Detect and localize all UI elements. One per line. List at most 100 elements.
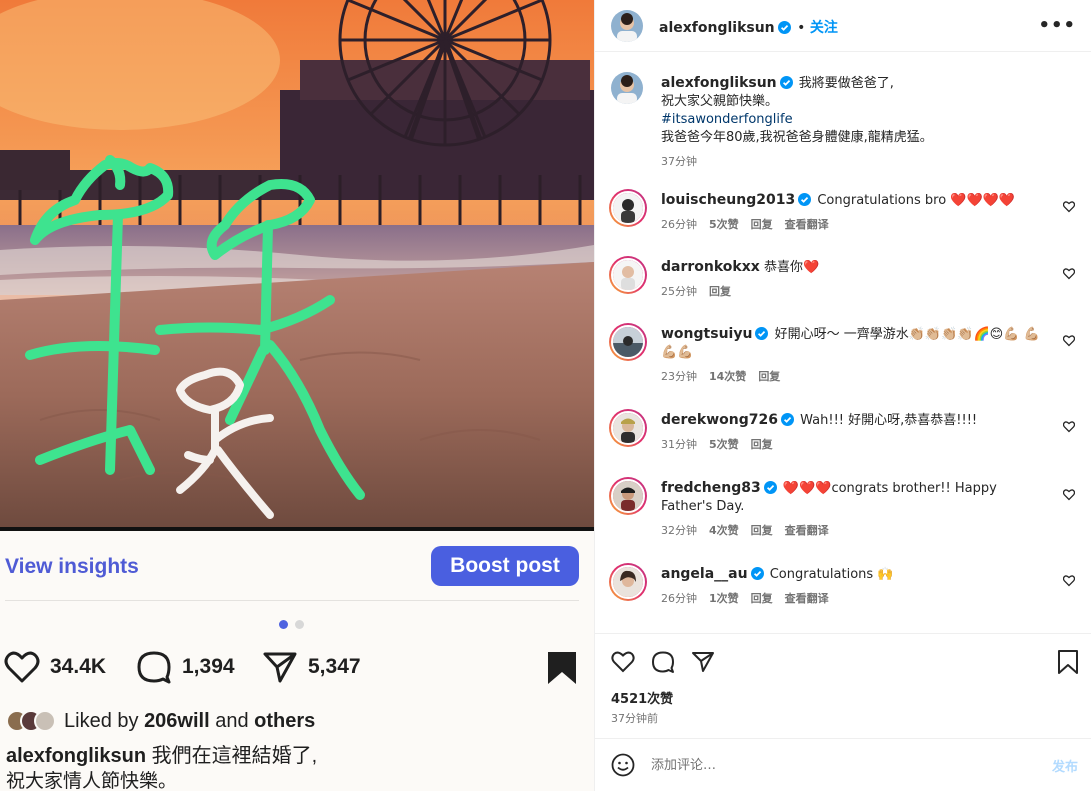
comment-time: 32分钟 [661,524,697,537]
caption-time: 37分钟 [661,155,697,168]
reply-button[interactable]: 回复 [758,370,780,383]
comment-likes[interactable]: 14次赞 [709,370,746,383]
comment-username[interactable]: angela__au [661,566,748,582]
comment-emoji: ❤️❤️❤️ [782,481,832,496]
see-translation-button[interactable]: 查看翻译 [785,524,829,537]
inner-comment-count: 1,394 [182,655,235,678]
add-comment-bar: 发布 [595,738,1091,791]
comment-icon[interactable] [651,650,675,674]
inner-share-stat: 5,347 [262,650,361,684]
carousel-dot-active[interactable] [279,620,288,629]
commenter-avatar[interactable] [609,189,647,227]
comment-time: 25分钟 [661,285,697,298]
inner-divider [5,600,579,601]
comment-username[interactable]: derekwong726 [661,412,778,428]
boost-post-button[interactable]: Boost post [431,546,579,586]
comment-like-heart-icon[interactable] [1063,335,1075,347]
bookmark-icon[interactable] [1057,650,1079,674]
avatar-image [613,327,643,357]
commenter-avatar[interactable] [609,563,647,601]
more-options-icon[interactable]: ••• [1038,15,1076,36]
comment-username[interactable]: louischeung2013 [661,192,795,208]
commenter-avatar[interactable] [609,323,647,361]
author-avatar[interactable] [611,72,643,104]
avatar-image [611,10,643,42]
post-comment-button[interactable]: 发布 [1052,756,1078,775]
verified-badge-icon [777,21,791,34]
comment-like-heart-icon[interactable] [1063,489,1075,501]
comment-text: Wah!!! 好開心呀,恭喜恭喜!!!! [800,413,978,428]
avatar-image [611,72,643,104]
photo-divider [0,527,594,531]
hashtag-link[interactable]: #itsawonderfonglife [661,112,793,127]
liked-by-text: Liked by 206will and others [64,709,316,732]
likes-count[interactable]: 4521次赞 [611,688,673,707]
post-media[interactable]: View insights Boost post 34.4K 1,394 5,3… [0,0,594,791]
commenter-avatar[interactable] [609,256,647,294]
comment-emoji: ❤️❤️❤️❤️ [950,193,1016,208]
inner-caption: alexfongliksun 我們在這裡結婚了, [6,745,318,767]
caption-username[interactable]: alexfongliksun [661,75,777,91]
post-side-panel: alexfongliksun • 关注 ••• alexfongliksun 我… [594,0,1091,791]
inner-share-count: 5,347 [308,655,361,678]
comment-likes[interactable]: 5次赞 [709,438,739,451]
comment-time: 23分钟 [661,370,697,383]
comment-time: 26分钟 [661,592,697,605]
commenter-avatar[interactable] [609,409,647,447]
comment-icon [137,651,171,684]
inner-bookmark-icon [548,652,576,684]
caption-line: 祝大家父親節快樂。 [661,94,779,109]
caption-line: 我爸爸今年80歲,我祝爸爸身體健康,龍精虎猛。 [661,130,933,145]
liker-avatar [34,710,56,732]
verified-badge-icon [750,567,764,580]
commenter-avatar[interactable] [609,477,647,515]
carousel-dot[interactable] [295,620,304,629]
emoji-icon[interactable] [611,753,635,777]
reply-button[interactable]: 回复 [751,438,773,451]
comment-likes[interactable]: 5次赞 [709,218,739,231]
reply-button[interactable]: 回复 [751,592,773,605]
avatar-image [613,481,643,511]
verified-badge-icon [763,481,777,494]
comment-like-heart-icon[interactable] [1063,268,1075,280]
avatar-image [613,567,643,597]
comment-time: 31分钟 [661,438,697,451]
share-icon [263,652,297,683]
comment-text: Congratulations [769,567,874,582]
post-photo [0,0,594,529]
comment-text: 恭喜你 [763,260,803,275]
see-translation-button[interactable]: 查看翻译 [785,218,829,231]
comment-list[interactable]: alexfongliksun 我將要做爸爸了, 祝大家父親節快樂。 #itsaw… [595,53,1091,633]
comment-text: 好開心呀～ 一齊學游水 [774,327,909,342]
inner-caption-line2: 祝大家情人節快樂。 [6,770,178,791]
comment-like-heart-icon[interactable] [1063,201,1075,213]
inner-like-stat: 34.4K [4,650,106,684]
author-avatar[interactable] [611,10,643,42]
like-heart-icon[interactable] [611,650,635,674]
comment-like-heart-icon[interactable] [1063,575,1075,587]
see-translation-button[interactable]: 查看翻译 [785,592,829,605]
comment-username[interactable]: darronkokxx [661,259,760,275]
avatar-image [613,260,643,290]
verified-badge-icon [798,193,812,206]
comment-likes[interactable]: 1次赞 [709,592,739,605]
comment-text: Congratulations bro [817,193,947,208]
comment-emoji: 🙌 [877,567,894,582]
author-username[interactable]: alexfongliksun [659,20,775,36]
share-icon[interactable] [691,650,715,674]
reply-button[interactable]: 回复 [751,218,773,231]
comment-likes[interactable]: 4次赞 [709,524,739,537]
comment-username[interactable]: wongtsuiyu [661,326,752,342]
caption-line: 我將要做爸爸了, [798,76,894,91]
comment-time: 26分钟 [661,218,697,231]
reply-button[interactable]: 回复 [709,285,731,298]
comment-input[interactable] [651,752,1031,778]
verified-badge-icon [781,413,794,426]
follow-button[interactable]: 关注 [810,20,838,36]
comment-like-heart-icon[interactable] [1063,421,1075,433]
verified-badge-icon [779,76,793,89]
post-timestamp: 37分钟前 [611,712,658,725]
comment-username[interactable]: fredcheng83 [661,480,761,496]
inner-like-count: 34.4K [50,655,107,678]
reply-button[interactable]: 回复 [751,524,773,537]
